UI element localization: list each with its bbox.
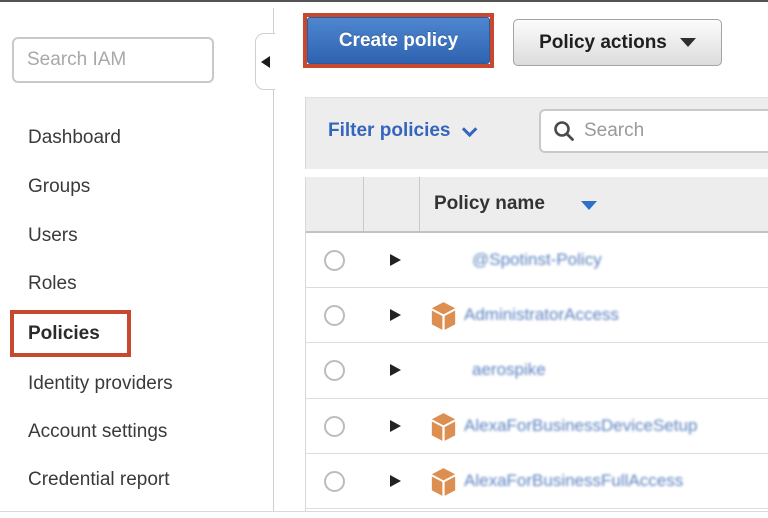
policy-name-link[interactable]: AlexaForBusinessDeviceSetup bbox=[464, 416, 697, 436]
policy-actions-label: Policy actions bbox=[539, 32, 667, 54]
row-radio-button[interactable] bbox=[324, 416, 345, 437]
policy-table: Policy name @Spotinst-Policy Administrat… bbox=[305, 177, 768, 511]
row-radio-button[interactable] bbox=[324, 360, 345, 381]
sidebar-item-users[interactable]: Users bbox=[28, 225, 78, 247]
aws-managed-policy-icon bbox=[430, 301, 457, 331]
filter-bar: Filter policies bbox=[305, 97, 768, 169]
filter-policies-label: Filter policies bbox=[328, 120, 450, 142]
policy-search-input[interactable] bbox=[584, 120, 768, 142]
column-divider bbox=[419, 177, 420, 231]
search-iam-input[interactable] bbox=[12, 37, 214, 83]
row-expand-icon[interactable] bbox=[390, 309, 401, 321]
policy-name-link[interactable]: AlexaForBusinessFullAccess bbox=[464, 471, 683, 491]
policy-name-link[interactable]: AdministratorAccess bbox=[464, 305, 619, 325]
table-row: AlexaForBusinessDeviceSetup bbox=[306, 399, 768, 454]
sidebar-item-credential-report[interactable]: Credential report bbox=[28, 469, 170, 491]
table-row: @Spotinst-Policy bbox=[306, 233, 768, 288]
table-row: AdministratorAccess bbox=[306, 288, 768, 343]
sidebar-item-account-settings[interactable]: Account settings bbox=[28, 421, 167, 443]
aws-managed-policy-icon bbox=[430, 412, 457, 442]
chevron-down-icon bbox=[462, 121, 478, 137]
policy-name-column-header[interactable]: Policy name bbox=[434, 193, 545, 215]
aws-managed-policy-icon bbox=[430, 467, 457, 497]
sidebar-item-policies[interactable]: Policies bbox=[28, 323, 100, 345]
row-radio-button[interactable] bbox=[324, 250, 345, 271]
row-expand-icon[interactable] bbox=[390, 364, 401, 376]
create-policy-button[interactable]: Create policy bbox=[307, 17, 490, 64]
sidebar-item-identity-providers[interactable]: Identity providers bbox=[28, 373, 173, 395]
policy-actions-button[interactable]: Policy actions bbox=[513, 19, 722, 66]
row-radio-button[interactable] bbox=[324, 305, 345, 326]
iam-console-screen: Dashboard Groups Users Roles Policies Id… bbox=[0, 0, 768, 518]
policy-search-box[interactable] bbox=[539, 109, 768, 153]
collapse-left-icon bbox=[261, 56, 270, 68]
table-header-row: Policy name bbox=[306, 177, 768, 233]
sort-desc-icon bbox=[581, 201, 597, 210]
sidebar-item-dashboard[interactable]: Dashboard bbox=[28, 127, 121, 149]
sidebar-item-roles[interactable]: Roles bbox=[28, 273, 77, 295]
chevron-down-icon bbox=[680, 38, 696, 47]
row-expand-icon[interactable] bbox=[390, 475, 401, 487]
policy-name-link[interactable]: @Spotinst-Policy bbox=[472, 250, 602, 270]
sidebar: Dashboard Groups Users Roles Policies Id… bbox=[0, 2, 273, 511]
sidebar-item-groups[interactable]: Groups bbox=[28, 176, 90, 198]
row-radio-button[interactable] bbox=[324, 471, 345, 492]
table-row: aerospike bbox=[306, 343, 768, 398]
row-expand-icon[interactable] bbox=[390, 420, 401, 432]
sidebar-collapse-tab[interactable] bbox=[255, 33, 275, 90]
table-row: AlexaForBusinessFullAccess bbox=[306, 454, 768, 509]
policy-name-link[interactable]: aerospike bbox=[472, 360, 546, 380]
search-icon bbox=[553, 120, 575, 142]
bottom-border bbox=[0, 511, 768, 512]
filter-policies-dropdown[interactable]: Filter policies bbox=[328, 120, 473, 142]
row-expand-icon[interactable] bbox=[390, 254, 401, 266]
annotation-box-create-policy: Create policy bbox=[303, 13, 494, 68]
column-divider bbox=[363, 177, 364, 231]
